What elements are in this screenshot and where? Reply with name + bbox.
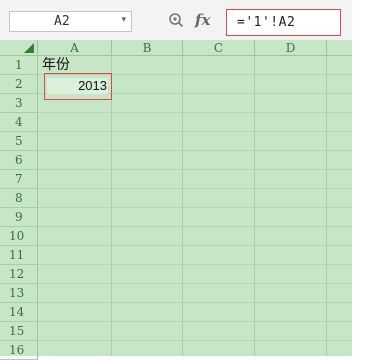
- column-header-e[interactable]: [327, 40, 352, 56]
- grid-line: [38, 302, 352, 303]
- grid-line: [38, 226, 352, 227]
- row-header-10[interactable]: 10: [0, 227, 38, 246]
- grid-line: [38, 169, 352, 170]
- formula-text: ='1'!A2: [237, 15, 296, 30]
- cell-a2-value: 2013: [78, 78, 107, 93]
- select-all-corner[interactable]: [0, 40, 38, 56]
- name-box[interactable]: A2 ▾: [9, 11, 132, 32]
- column-header-b[interactable]: B: [112, 40, 183, 56]
- grid-line: [38, 188, 352, 189]
- formula-input[interactable]: ='1'!A2: [226, 9, 341, 36]
- grid-line: [38, 340, 352, 341]
- grid-line: [38, 112, 352, 113]
- row-header-4[interactable]: 4: [0, 113, 38, 132]
- fx-icon[interactable]: fx: [195, 11, 210, 29]
- row-header-3[interactable]: 3: [0, 94, 38, 113]
- grid-line: [111, 56, 112, 356]
- row-header-5[interactable]: 5: [0, 132, 38, 151]
- grid-line: [38, 245, 352, 246]
- row-header-6[interactable]: 6: [0, 151, 38, 170]
- grid-line: [38, 150, 352, 151]
- column-header-c[interactable]: C: [183, 40, 255, 56]
- row-header-8[interactable]: 8: [0, 189, 38, 208]
- cell-a1[interactable]: 年份: [42, 54, 70, 74]
- zoom-icon[interactable]: [168, 12, 184, 28]
- row-header-9[interactable]: 9: [0, 208, 38, 227]
- select-all-icon: [24, 43, 34, 53]
- grid-line: [38, 264, 352, 265]
- grid-line: [254, 56, 255, 356]
- grid-line: [38, 321, 352, 322]
- row-header-14[interactable]: 14: [0, 303, 38, 322]
- row-header-15[interactable]: 15: [0, 322, 38, 341]
- grid-line: [38, 207, 352, 208]
- name-box-value: A2: [54, 14, 70, 29]
- row-header-16[interactable]: 16: [0, 341, 38, 360]
- grid-line: [182, 56, 183, 356]
- row-header-13[interactable]: 13: [0, 284, 38, 303]
- row-header-12[interactable]: 12: [0, 265, 38, 284]
- grid-line: [38, 131, 352, 132]
- grid-line: [326, 56, 327, 356]
- formula-bar: A2 ▾ fx ='1'!A2: [0, 0, 352, 41]
- row-header-7[interactable]: 7: [0, 170, 38, 189]
- row-header-2[interactable]: 2: [0, 75, 38, 94]
- page-margin: [352, 40, 378, 356]
- grid-line: [38, 283, 352, 284]
- cell-a2-selected[interactable]: 2013: [44, 73, 112, 100]
- chevron-down-icon[interactable]: ▾: [121, 15, 126, 25]
- column-header-d[interactable]: D: [255, 40, 327, 56]
- row-header-1[interactable]: 1: [0, 56, 38, 75]
- row-header-11[interactable]: 11: [0, 246, 38, 265]
